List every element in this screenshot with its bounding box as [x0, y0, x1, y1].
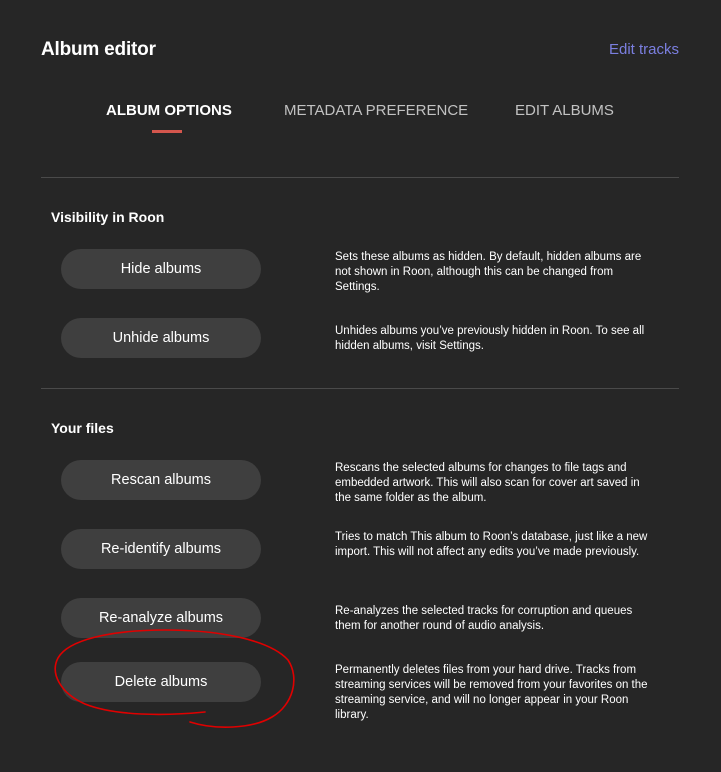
page-title: Album editor: [41, 39, 156, 60]
divider: [41, 177, 679, 178]
hide-albums-button[interactable]: Hide albums: [61, 249, 261, 289]
delete-albums-description: Permanently deletes files from your hard…: [335, 664, 648, 721]
unhide-albums-description: Unhides albums you’ve previously hidden …: [335, 325, 645, 352]
tab-edit-albums[interactable]: EDIT ALBUMS: [515, 102, 614, 119]
section-title-files: Your files: [51, 420, 114, 436]
divider: [41, 388, 679, 389]
unhide-albums-button[interactable]: Unhide albums: [61, 318, 261, 358]
reanalyze-albums-button[interactable]: Re-analyze albums: [61, 598, 261, 638]
tab-active-underline: [152, 130, 182, 133]
hide-albums-description: Sets these albums as hidden. By default,…: [335, 251, 642, 293]
section-title-visibility: Visibility in Roon: [51, 209, 165, 225]
tab-metadata-preference[interactable]: METADATA PREFERENCE: [284, 102, 468, 119]
rescan-albums-button[interactable]: Rescan albums: [61, 460, 261, 500]
reanalyze-albums-description: Re-analyzes the selected tracks for corr…: [335, 605, 633, 632]
delete-albums-button[interactable]: Delete albums: [61, 662, 261, 702]
tab-bar: ALBUM OPTIONS METADATA PREFERENCE EDIT A…: [0, 102, 721, 134]
rescan-albums-description: Rescans the selected albums for changes …: [335, 462, 640, 504]
reidentify-albums-description: Tries to match This album to Roon’s data…: [335, 531, 648, 558]
edit-tracks-link[interactable]: Edit tracks: [609, 41, 679, 58]
tab-album-options[interactable]: ALBUM OPTIONS: [106, 102, 232, 119]
reidentify-albums-button[interactable]: Re-identify albums: [61, 529, 261, 569]
